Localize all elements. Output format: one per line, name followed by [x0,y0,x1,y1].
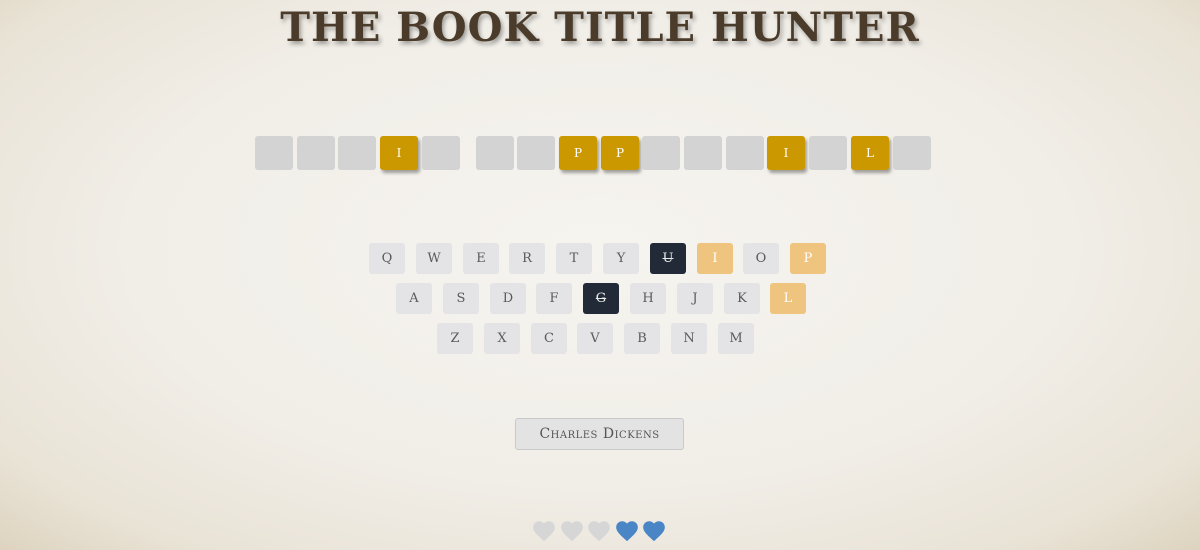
key-j[interactable]: J [677,283,713,314]
heart-icon-remaining [643,521,665,542]
key-e[interactable]: E [463,243,499,274]
key-p[interactable]: P [790,243,826,274]
author-hint-button[interactable]: Charles Dickens [515,418,684,450]
key-a[interactable]: A [396,283,432,314]
heart-icon-lost [533,521,555,542]
key-d[interactable]: D [490,283,526,314]
key-r[interactable]: R [509,243,545,274]
key-q[interactable]: Q [369,243,405,274]
key-v[interactable]: V [577,323,613,354]
key-u[interactable]: U [650,243,686,274]
heart-icon-lost [588,521,610,542]
letter-tile-hidden [297,136,335,170]
letter-tile-revealed: L [851,136,889,170]
key-y[interactable]: Y [603,243,639,274]
page-title: THE BOOK TITLE HUNTER [280,4,920,51]
key-x[interactable]: X [484,323,520,354]
key-z[interactable]: Z [437,323,473,354]
letter-tile-hidden [476,136,514,170]
key-h[interactable]: H [630,283,666,314]
key-f[interactable]: F [536,283,572,314]
letter-tile-hidden [255,136,293,170]
heart-icon-lost [560,521,583,542]
key-b[interactable]: B [624,323,660,354]
key-m[interactable]: M [718,323,754,354]
key-c[interactable]: C [531,323,567,354]
letter-tile-hidden [338,136,376,170]
letter-tile-revealed: P [559,136,597,170]
letter-tile-hidden [684,136,722,170]
key-w[interactable]: W [416,243,452,274]
letter-tile-revealed: P [601,136,639,170]
letter-tile-hidden [642,136,680,170]
key-t[interactable]: T [556,243,592,274]
key-g[interactable]: G [583,283,619,314]
heart-icon-remaining [615,521,638,542]
letter-tile-hidden [893,136,931,170]
letter-tile-hidden [726,136,764,170]
key-o[interactable]: O [743,243,779,274]
key-i[interactable]: I [697,243,733,274]
key-s[interactable]: S [443,283,479,314]
letter-tile-hidden [517,136,555,170]
letter-tile-hidden [422,136,460,170]
letter-tile-revealed: I [380,136,418,170]
key-n[interactable]: N [671,323,707,354]
key-k[interactable]: K [724,283,760,314]
letter-tile-revealed: I [767,136,805,170]
key-l[interactable]: L [770,283,806,314]
letter-tile-hidden [809,136,847,170]
